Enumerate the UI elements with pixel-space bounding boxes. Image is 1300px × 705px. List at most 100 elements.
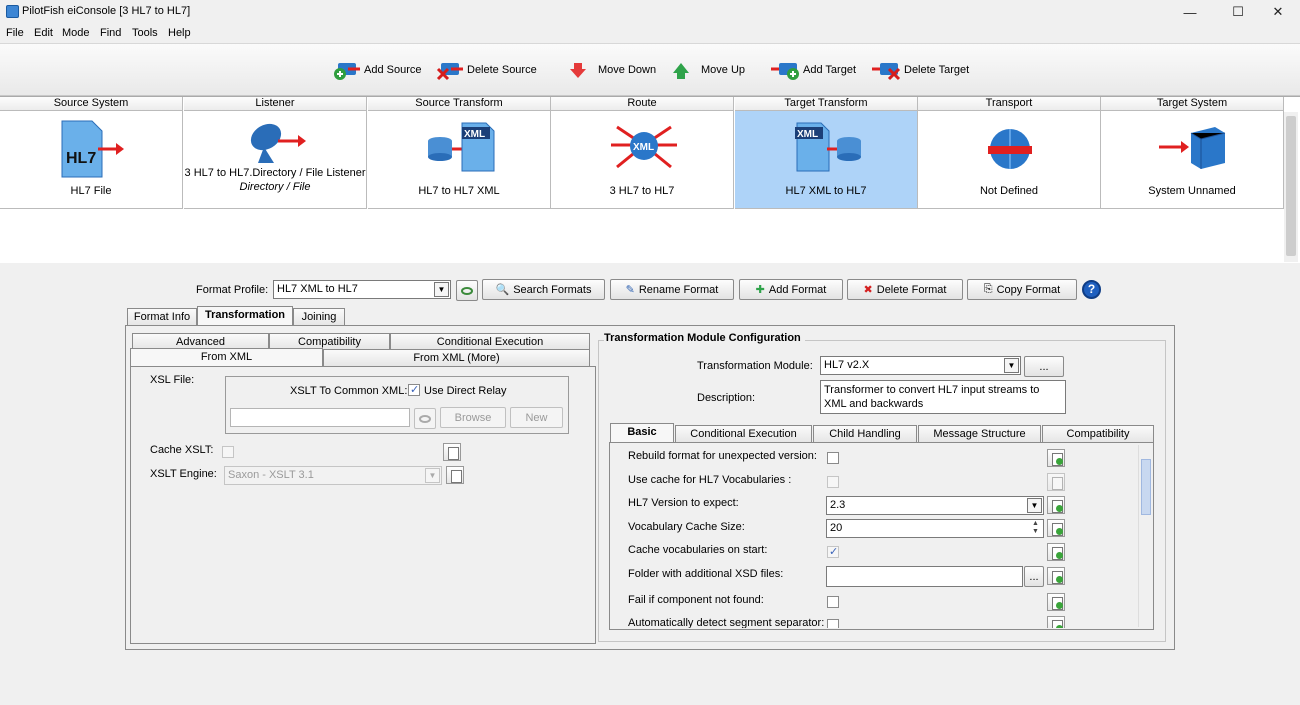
menu-mode[interactable]: Mode: [62, 27, 90, 39]
tab-transformation[interactable]: Transformation: [197, 306, 293, 325]
auto-detect-option-button[interactable]: [1047, 616, 1065, 628]
tab-basic[interactable]: Basic: [610, 423, 674, 442]
view-profile-button[interactable]: [456, 280, 478, 301]
cache-xslt-option-button[interactable]: [443, 443, 461, 461]
use-direct-relay-label: Use Direct Relay: [424, 385, 507, 397]
description-label: Description:: [697, 392, 756, 404]
hl7-version-select[interactable]: 2.3 ▼: [826, 496, 1044, 515]
hl7-version-option-button[interactable]: [1047, 496, 1065, 514]
stage-header: Listener: [184, 97, 366, 111]
new-button[interactable]: New: [510, 407, 563, 428]
stage-header: Source System: [0, 97, 182, 111]
cache-size-option-button[interactable]: [1047, 519, 1065, 537]
svg-text:HL7: HL7: [66, 150, 96, 167]
stage-listener[interactable]: Listener 3 HL7 to HL7.Directory / File L…: [184, 97, 367, 209]
xslt-engine-option-button[interactable]: [446, 466, 464, 484]
delete-source-button[interactable]: Delete Source: [435, 58, 537, 82]
eye-icon: [419, 414, 431, 423]
menu-tools[interactable]: Tools: [132, 27, 158, 39]
format-profile-select[interactable]: HL7 XML to HL7 ▼: [273, 280, 451, 299]
fail-not-found-option-button[interactable]: [1047, 593, 1065, 611]
fail-not-found-checkbox[interactable]: [827, 596, 839, 608]
menu-find[interactable]: Find: [100, 27, 121, 39]
use-cache-checkbox[interactable]: [827, 476, 839, 488]
stage-transport[interactable]: Transport Not Defined: [918, 97, 1101, 209]
menu-edit[interactable]: Edit: [34, 27, 53, 39]
format-editor: Format Profile: HL7 XML to HL7 ▼ 🔍 Search…: [0, 264, 1300, 705]
add-target-button[interactable]: Add Target: [771, 58, 856, 82]
svg-text:XML: XML: [464, 129, 485, 140]
tab-joining[interactable]: Joining: [293, 308, 345, 325]
auto-detect-checkbox[interactable]: [827, 619, 839, 628]
view-xsl-button[interactable]: [414, 408, 436, 429]
stage-label: System Unnamed: [1148, 185, 1236, 197]
use-cache-option-button[interactable]: [1047, 473, 1065, 491]
move-down-label: Move Down: [598, 64, 657, 76]
title-bar: PilotFish eiConsole [3 HL7 to HL7] — ☐ ✕: [0, 0, 1300, 24]
scrollbar-thumb[interactable]: [1141, 459, 1151, 515]
rename-format-label: Rename Format: [638, 283, 719, 296]
help-icon[interactable]: ?: [1082, 280, 1101, 299]
xslt-engine-select[interactable]: Saxon - XSLT 3.1 ▼: [224, 466, 442, 485]
move-up-button[interactable]: Move Up: [669, 58, 745, 82]
basic-scrollbar[interactable]: [1138, 445, 1152, 627]
tab-message-structure[interactable]: Message Structure: [918, 425, 1041, 442]
stage-route[interactable]: Route XML 3 HL7 to HL7: [551, 97, 734, 209]
pipeline-scrollbar[interactable]: [1284, 112, 1298, 262]
scrollbar-thumb[interactable]: [1286, 116, 1296, 256]
search-formats-button[interactable]: 🔍 Search Formats: [482, 279, 605, 300]
stage-target-system[interactable]: Target System System Unnamed: [1101, 97, 1284, 209]
delete-target-icon: [872, 63, 901, 81]
cache-size-label: Vocabulary Cache Size:: [628, 521, 745, 533]
tab-format-info[interactable]: Format Info: [127, 308, 197, 325]
tab-compatibility[interactable]: Compatibility: [269, 333, 390, 349]
rename-format-button[interactable]: ✎ Rename Format: [610, 279, 734, 300]
stepper-arrows-icon[interactable]: ▲ ▼: [1032, 520, 1042, 536]
arrow-down-icon: [570, 63, 586, 78]
delete-target-label: Delete Target: [904, 64, 970, 76]
browse-button[interactable]: Browse: [440, 407, 506, 428]
toolbar: Add Source Delete Source Move Down Move …: [0, 43, 1300, 96]
xsl-file-input[interactable]: [230, 408, 410, 427]
tab-config-conditional-execution[interactable]: Conditional Execution: [675, 425, 812, 442]
stage-header: Source Transform: [368, 97, 550, 111]
stage-header: Transport: [918, 97, 1100, 111]
delete-format-button[interactable]: ✖ Delete Format: [847, 279, 963, 300]
module-select[interactable]: HL7 v2.X ▼: [820, 356, 1021, 375]
tab-advanced[interactable]: Advanced: [132, 333, 269, 349]
rebuild-option-button[interactable]: [1047, 449, 1065, 467]
stage-source-system[interactable]: Source System HL7 HL7 File: [0, 97, 183, 209]
tab-child-handling[interactable]: Child Handling: [813, 425, 917, 442]
tab-conditional-execution[interactable]: Conditional Execution: [390, 333, 590, 349]
menu-file[interactable]: File: [6, 27, 24, 39]
maximize-button[interactable]: ☐: [1216, 0, 1260, 24]
stage-source-transform[interactable]: Source Transform XML HL7 to HL7 XML: [368, 97, 551, 209]
cache-xslt-label: Cache XSLT:: [150, 444, 214, 456]
copy-icon: ⎘: [983, 283, 993, 295]
move-down-button[interactable]: Move Down: [566, 58, 656, 82]
cache-on-start-checkbox[interactable]: [827, 545, 839, 558]
copy-format-button[interactable]: ⎘ Copy Format: [967, 279, 1077, 300]
stage-header: Target System: [1101, 97, 1283, 111]
tab-from-xml-more[interactable]: From XML (More): [323, 349, 590, 366]
xsd-folder-browse-button[interactable]: ...: [1024, 566, 1044, 587]
delete-target-button[interactable]: Delete Target: [872, 58, 969, 82]
menu-help[interactable]: Help: [168, 27, 191, 39]
xsl-file-label: XSL File:: [150, 374, 195, 386]
use-direct-relay-checkbox[interactable]: [408, 383, 420, 396]
stage-target-transform[interactable]: Target Transform XML HL7 XML to HL7: [735, 97, 918, 209]
xsd-folder-option-button[interactable]: [1047, 567, 1065, 585]
module-browse-button[interactable]: ...: [1024, 356, 1064, 377]
rebuild-checkbox[interactable]: [827, 452, 839, 464]
add-format-button[interactable]: ✚ Add Format: [739, 279, 843, 300]
description-field[interactable]: Transformer to convert HL7 input streams…: [820, 380, 1066, 414]
close-button[interactable]: ✕: [1256, 0, 1300, 24]
cache-on-start-option-button[interactable]: [1047, 543, 1065, 561]
tab-from-xml[interactable]: From XML: [130, 348, 323, 367]
xsd-folder-input[interactable]: [826, 566, 1023, 587]
add-source-button[interactable]: Add Source: [332, 58, 421, 82]
cache-xslt-checkbox[interactable]: [222, 446, 234, 458]
tab-config-compatibility[interactable]: Compatibility: [1042, 425, 1154, 442]
minimize-button[interactable]: —: [1168, 0, 1212, 24]
cache-size-stepper[interactable]: 20 ▲ ▼: [826, 519, 1044, 538]
